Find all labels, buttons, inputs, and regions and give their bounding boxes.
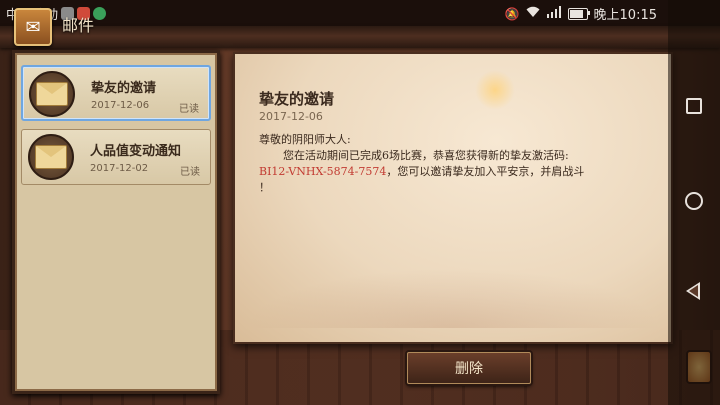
android-nav-bar	[668, 0, 720, 405]
envelope-icon	[28, 134, 74, 180]
letter-body: 尊敬的阴阳师大人: 您在活动期间已完成6场比赛，恭喜您获得新的挚友激活码: BI…	[259, 132, 663, 196]
letter-glow	[475, 70, 515, 110]
mail-item-title: 挚友的邀请	[91, 81, 157, 96]
page-title: 邮件	[62, 16, 95, 35]
letter-line: BI12-VNHX-5874-7574，您可以邀请挚友加入平安京，并肩战斗	[259, 164, 663, 180]
letter-greeting: 尊敬的阴阳师大人:	[259, 133, 351, 146]
delete-button[interactable]: 删除	[407, 352, 531, 384]
envelope-icon	[29, 71, 75, 117]
mail-icon: ✉	[14, 8, 52, 46]
mail-item-date: 2017-12-06	[91, 100, 150, 111]
mail-item-date: 2017-12-02	[90, 163, 149, 174]
battery-fill	[569, 9, 583, 18]
mail-item-notice[interactable]: 人品值变动通知 2017-12-02 已读	[21, 129, 211, 185]
mail-item-status: 已读	[180, 167, 200, 178]
mail-item-invitation[interactable]: 挚友的邀请 2017-12-06 已读	[21, 65, 211, 121]
app-notification-icon	[93, 7, 107, 20]
clock: 晚上10:15	[593, 8, 657, 23]
mail-item-title: 人品值变动通知	[90, 144, 182, 159]
battery-icon	[567, 7, 590, 20]
letter-view: 挚友的邀请 2017-12-06 尊敬的阴阳师大人: 您在活动期间已完成6场比赛…	[233, 52, 673, 344]
wifi-icon	[526, 6, 540, 21]
letter-title: 挚友的邀请	[259, 90, 335, 108]
signal-4g-icon	[546, 6, 562, 21]
home-icon[interactable]	[685, 192, 703, 210]
mute-icon: 🔕	[504, 6, 520, 21]
status-bar: 中国移动 🔕 晚上10:15	[0, 0, 720, 26]
mail-list-panel: 挚友的邀请 2017-12-06 已读 人品值变动通知 2017-12-02 已…	[12, 50, 220, 394]
letter-date: 2017-12-06	[259, 110, 323, 123]
activation-code[interactable]: BI12-VNHX-5874-7574	[259, 165, 386, 178]
top-wooden-beam	[0, 26, 720, 48]
mail-item-status: 已读	[179, 104, 199, 115]
letter-decoration	[245, 268, 661, 328]
recent-apps-icon[interactable]	[686, 98, 702, 114]
letter-line: 您在活动期间已完成6场比赛，恭喜您获得新的挚友激活码:	[283, 149, 569, 162]
letter-line-end: ！	[259, 181, 270, 194]
back-icon[interactable]	[686, 282, 700, 300]
letter-line-continued: ，您可以邀请挚友加入平安京，并肩战斗	[386, 165, 585, 178]
